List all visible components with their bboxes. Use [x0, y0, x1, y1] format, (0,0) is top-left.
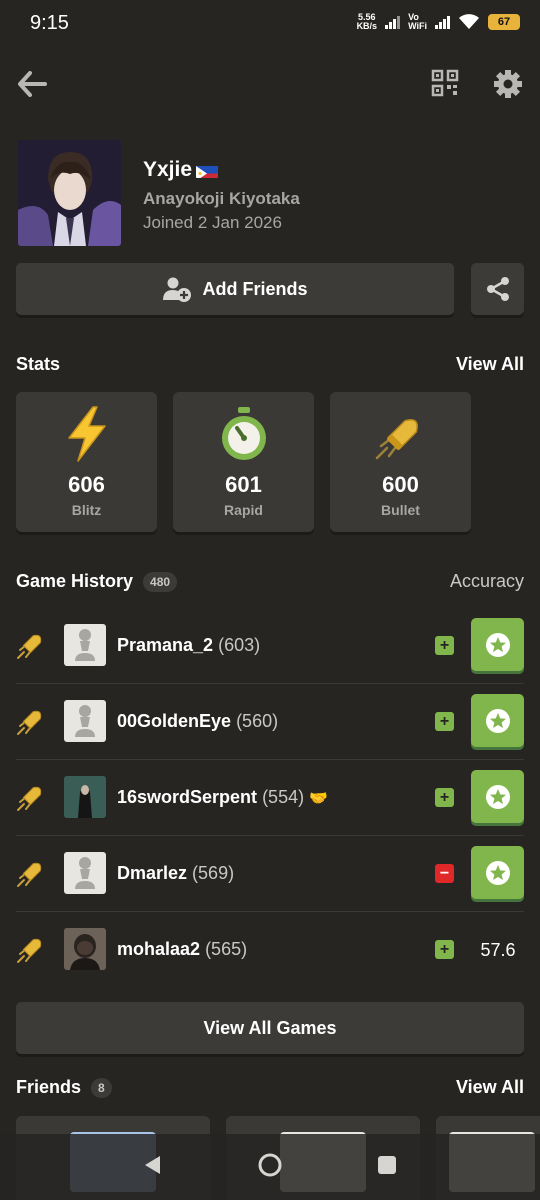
- stat-label: Blitz: [71, 502, 102, 518]
- bullet-icon: [375, 419, 418, 460]
- qr-code-button[interactable]: [428, 66, 462, 100]
- bullet-icon: [17, 786, 42, 811]
- stopwatch-icon: [221, 407, 266, 460]
- settings-button[interactable]: [490, 66, 526, 102]
- share-button[interactable]: [471, 263, 524, 315]
- stats-view-all-link[interactable]: View All: [456, 354, 524, 375]
- philippines-flag-icon: [196, 163, 219, 178]
- pawn-icon: [75, 705, 95, 737]
- stat-label: Rapid: [224, 502, 263, 518]
- star-icon: [485, 784, 510, 809]
- gear-icon: [494, 70, 522, 98]
- circle-home-icon: [258, 1153, 282, 1177]
- profile-real-name: Anayokoji Kiyotaka: [143, 189, 300, 208]
- stat-value: 606: [68, 472, 105, 497]
- opponent-name: 00GoldenEye (560): [117, 711, 279, 731]
- game-row[interactable]: Pramana_2 (603) +: [0, 608, 540, 684]
- opponent-name: Pramana_2 (603): [117, 635, 261, 655]
- opponent-name: mohalaa2 (565): [117, 939, 248, 959]
- stat-label: Bullet: [381, 502, 420, 518]
- opponent-name: Dmarlez (569): [117, 863, 235, 883]
- stat-value: 601: [225, 472, 262, 497]
- view-all-games-button[interactable]: View All Games: [16, 1002, 524, 1054]
- arrow-left-icon: [18, 71, 47, 97]
- friends-view-all-link[interactable]: View All: [456, 1077, 524, 1098]
- back-button[interactable]: [14, 66, 50, 102]
- bullet-icon: [17, 938, 42, 963]
- top-bar: [0, 60, 540, 110]
- accuracy-header: Accuracy: [449, 571, 524, 591]
- stat-card-bullet[interactable]: 600 Bullet: [330, 392, 471, 532]
- stats-title: Stats: [16, 354, 61, 374]
- nav-back-button[interactable]: [142, 1154, 162, 1181]
- qr-code-icon: [431, 69, 459, 97]
- bullet-icon: [17, 710, 42, 735]
- profile-header: Yxjie Anayokoji Kiyotaka Joined 2 Jan 20…: [18, 140, 528, 248]
- pawn-icon: [75, 629, 95, 661]
- star-icon: [485, 860, 510, 885]
- square-recents-icon: [378, 1156, 396, 1174]
- bullet-icon: [17, 862, 42, 887]
- stat-value: 600: [382, 472, 419, 497]
- result-win-icon: +: [435, 636, 454, 655]
- game-review-button[interactable]: [471, 770, 524, 823]
- signal-icon: [385, 15, 401, 29]
- friends-title: Friends 8: [16, 1077, 112, 1098]
- result-win-icon: +: [435, 788, 454, 807]
- lightning-icon: [67, 406, 106, 462]
- pawn-avatar: [64, 852, 106, 894]
- stat-card-blitz[interactable]: 606 Blitz: [16, 392, 157, 532]
- stat-card-rapid[interactable]: 601 Rapid: [173, 392, 314, 532]
- battery-icon: 67: [488, 14, 520, 30]
- game-row[interactable]: mohalaa2 (565) + 57.6: [0, 912, 540, 988]
- system-nav-bar: [0, 1134, 540, 1200]
- nav-recents-button[interactable]: [376, 1154, 398, 1181]
- pawn-avatar: [64, 624, 106, 666]
- game-review-button[interactable]: [471, 694, 524, 747]
- status-time: 9:15: [30, 12, 69, 34]
- profile-joined-date: Joined 2 Jan 2026: [143, 213, 282, 232]
- game-count-badge: 480: [143, 571, 178, 592]
- game-row[interactable]: 16swordSerpent (554) 🤝 +: [0, 760, 540, 836]
- pawn-icon: [75, 857, 95, 889]
- game-row[interactable]: 00GoldenEye (560) +: [0, 684, 540, 760]
- game-row[interactable]: Dmarlez (569) −: [0, 836, 540, 912]
- avatar: [64, 776, 106, 818]
- game-history-title: Game History 480: [16, 571, 178, 592]
- add-friends-button[interactable]: Add Friends: [16, 263, 454, 315]
- status-bar: 9:15 5.56 KB/s Vo WiFi 67: [0, 0, 540, 48]
- accuracy-value: 57.6: [480, 940, 516, 960]
- wifi-icon: [459, 14, 479, 29]
- opponent-name: 16swordSerpent (554) 🤝: [117, 787, 328, 807]
- triangle-back-icon: [145, 1156, 160, 1174]
- add-friend-icon: [163, 277, 192, 302]
- result-loss-icon: −: [435, 864, 454, 883]
- bullet-icon: [17, 634, 42, 659]
- game-review-button[interactable]: [471, 618, 524, 671]
- profile-username: Yxjie: [143, 158, 219, 182]
- nav-home-button[interactable]: [257, 1152, 283, 1183]
- star-icon: [485, 632, 510, 657]
- vowifi-label: Vo WiFi: [408, 12, 427, 31]
- result-win-icon: +: [435, 940, 454, 959]
- friends-count-badge: 8: [91, 1077, 112, 1098]
- handshake-icon: 🤝: [309, 790, 328, 807]
- share-icon: [486, 277, 509, 301]
- signal-icon: [435, 15, 450, 29]
- avatar: [64, 928, 106, 970]
- network-speed: 5.56 KB/s: [356, 12, 378, 31]
- game-review-button[interactable]: [471, 846, 524, 899]
- pawn-avatar: [64, 700, 106, 742]
- star-icon: [485, 708, 510, 733]
- result-win-icon: +: [435, 712, 454, 731]
- avatar[interactable]: [18, 140, 121, 246]
